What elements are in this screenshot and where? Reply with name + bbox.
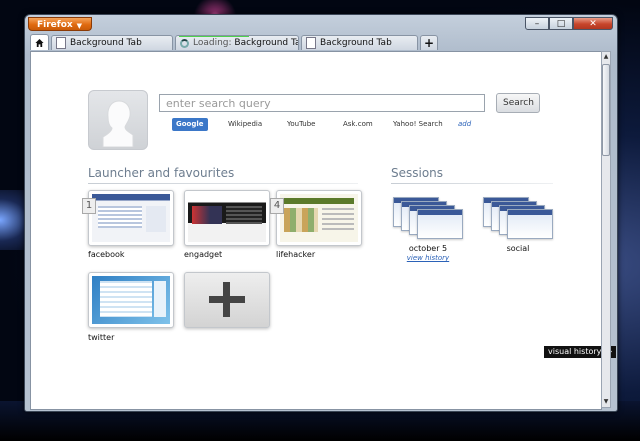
search-input[interactable] bbox=[159, 94, 485, 112]
tile-label: lifehacker bbox=[276, 250, 316, 259]
tile-badge: 4 bbox=[270, 198, 284, 214]
facebook-thumbnail bbox=[92, 194, 170, 242]
tab-background-loading[interactable]: Loading: Background Tab bbox=[175, 35, 299, 50]
tile-label: facebook bbox=[88, 250, 125, 259]
add-favourite-button[interactable] bbox=[184, 272, 270, 328]
session-label: social bbox=[506, 244, 530, 253]
tab-label: Background Tab bbox=[70, 38, 142, 48]
add-engine-link[interactable]: add bbox=[458, 118, 471, 131]
sessions-divider bbox=[391, 183, 553, 184]
view-history-link[interactable]: view history bbox=[393, 254, 463, 262]
engine-google[interactable]: Google bbox=[172, 118, 208, 131]
engine-ask[interactable]: Ask.com bbox=[343, 118, 373, 131]
twitter-thumbnail bbox=[92, 276, 170, 324]
tile-label: twitter bbox=[88, 333, 115, 342]
tab-home[interactable] bbox=[30, 34, 49, 50]
tile-label: engadget bbox=[184, 250, 223, 259]
session-stack-icon bbox=[417, 209, 463, 239]
engadget-thumbnail bbox=[188, 194, 266, 242]
session-stack-icon bbox=[507, 209, 553, 239]
tab-background-3[interactable]: Background Tab bbox=[301, 35, 418, 50]
plus-icon-vertical bbox=[223, 282, 230, 317]
sessions-heading: Sessions bbox=[391, 166, 444, 180]
tile-badge: 1 bbox=[82, 198, 96, 214]
launcher-heading: Launcher and favourites bbox=[88, 166, 235, 180]
close-button[interactable]: ✕ bbox=[573, 17, 613, 30]
dropdown-arrow-icon: ▼ bbox=[76, 22, 82, 30]
document-icon bbox=[306, 37, 316, 49]
firefox-menu-label: Firefox bbox=[37, 20, 73, 30]
session-october-5[interactable] bbox=[393, 195, 463, 239]
search-button[interactable]: Search bbox=[496, 93, 540, 113]
lifehacker-thumbnail bbox=[280, 194, 358, 242]
user-avatar[interactable] bbox=[88, 90, 148, 150]
session-social[interactable] bbox=[483, 195, 553, 239]
browser-window: Firefox ▼ – □ ✕ Background Tab Loading: B… bbox=[24, 14, 618, 412]
engine-yahoo[interactable]: Yahoo! Search bbox=[393, 118, 443, 131]
loading-spinner-icon bbox=[180, 38, 189, 48]
window-controls: – □ ✕ bbox=[525, 17, 613, 30]
scroll-down-icon[interactable]: ▼ bbox=[602, 397, 610, 407]
tab-label: Background Tab bbox=[234, 38, 298, 48]
minimize-button[interactable]: – bbox=[525, 17, 549, 30]
visual-history-label: visual history bbox=[548, 347, 602, 356]
document-icon bbox=[56, 37, 66, 49]
vertical-scrollbar[interactable]: ▲ ▼ bbox=[601, 51, 611, 408]
page-content: Search Google Wikipedia YouTube Ask.com … bbox=[30, 51, 617, 410]
tab-loading-prefix: Loading: bbox=[193, 38, 232, 48]
home-icon bbox=[35, 38, 44, 47]
launcher-tile-twitter[interactable] bbox=[88, 272, 174, 328]
engine-youtube[interactable]: YouTube bbox=[287, 118, 315, 131]
engine-wikipedia[interactable]: Wikipedia bbox=[228, 118, 262, 131]
scroll-up-icon[interactable]: ▲ bbox=[602, 52, 610, 62]
tab-label: Background Tab bbox=[320, 38, 392, 48]
launcher-tile-facebook[interactable] bbox=[88, 190, 174, 246]
loading-bar bbox=[179, 36, 249, 37]
launcher-tile-engadget[interactable] bbox=[184, 190, 270, 246]
firefox-menu-button[interactable]: Firefox ▼ bbox=[28, 17, 92, 31]
launcher-tile-lifehacker[interactable] bbox=[276, 190, 362, 246]
tab-background-1[interactable]: Background Tab bbox=[51, 35, 173, 50]
new-tab-button[interactable]: + bbox=[420, 35, 438, 50]
user-silhouette-icon bbox=[102, 100, 134, 147]
tab-strip: Background Tab Loading: Background Tab B… bbox=[30, 34, 440, 50]
scrollbar-thumb[interactable] bbox=[602, 64, 610, 156]
launcher-divider bbox=[88, 183, 358, 184]
session-label: october 5 bbox=[408, 244, 448, 253]
maximize-button[interactable]: □ bbox=[549, 17, 573, 30]
